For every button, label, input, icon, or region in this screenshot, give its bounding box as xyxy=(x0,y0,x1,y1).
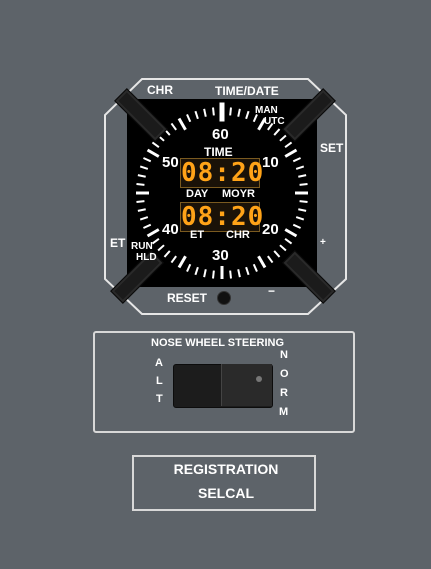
plus-label: + xyxy=(320,237,326,248)
dial-tick xyxy=(203,108,207,117)
dial-tick xyxy=(267,255,274,264)
dial-tick xyxy=(292,223,301,229)
dial-tick xyxy=(284,238,293,245)
dial-tick xyxy=(146,148,160,158)
dial-tick xyxy=(298,174,307,178)
alt-letter: T xyxy=(156,393,163,405)
dial-tick xyxy=(273,250,281,258)
dial-tick xyxy=(146,228,160,238)
dial-tick xyxy=(186,263,192,272)
time-label: TIME xyxy=(204,145,233,159)
dial-tick xyxy=(212,107,215,116)
dial-tick xyxy=(143,157,152,163)
dial-tick xyxy=(139,216,149,221)
dial-tick xyxy=(137,208,146,212)
set-label: SET xyxy=(320,141,344,155)
dial-tick xyxy=(299,183,308,186)
norm-letter: R xyxy=(280,387,288,399)
dial-tick xyxy=(137,174,146,178)
time-date-label: TIME/DATE xyxy=(215,84,279,98)
chrono-display: 08:20 xyxy=(180,202,265,232)
registration-label: REGISTRATION xyxy=(173,461,279,477)
dial-tick xyxy=(237,108,241,117)
dial-tick xyxy=(212,270,215,279)
dial-tick xyxy=(284,148,298,158)
dial-tick xyxy=(292,157,301,163)
dial-tick xyxy=(237,269,241,278)
dial-tick xyxy=(151,141,160,148)
dial-tick xyxy=(252,263,258,272)
dial-tick xyxy=(136,200,145,203)
selcal-label: SELCAL xyxy=(198,485,254,501)
dial-tick xyxy=(170,255,177,264)
dial-tick xyxy=(273,128,281,136)
dial-number-60: 60 xyxy=(212,126,229,143)
minus-label: − xyxy=(268,284,276,298)
alt-letter: A xyxy=(155,357,163,369)
man-label: MAN xyxy=(255,105,278,116)
dial-tick xyxy=(279,134,287,142)
utc-label: UTC xyxy=(264,116,285,127)
dial-tick xyxy=(284,141,293,148)
nose-wheel-steering-title: NOSE WHEEL STEERING xyxy=(151,337,285,349)
dial-tick xyxy=(245,110,250,120)
hld-label: HLD xyxy=(136,252,157,263)
dial-tick xyxy=(163,250,171,258)
chr-label: CHR xyxy=(147,83,173,97)
dial-index-marker xyxy=(219,102,225,122)
dial-tick xyxy=(284,228,298,238)
dial-tick xyxy=(299,200,308,203)
norm-letter: M xyxy=(279,406,289,418)
dial-tick xyxy=(229,107,232,116)
dial-tick xyxy=(229,270,232,279)
switch-pin-icon xyxy=(256,376,262,382)
dial-tick xyxy=(203,269,207,278)
chr-face-label: CHR xyxy=(226,229,250,241)
dial-tick xyxy=(245,266,250,276)
dial-tick xyxy=(186,114,192,123)
nose-wheel-steering-lever[interactable] xyxy=(221,364,272,406)
dial-number-50: 50 xyxy=(162,154,179,171)
reset-label: RESET xyxy=(167,291,208,305)
dial-tick xyxy=(194,266,199,276)
et-face-label: ET xyxy=(190,229,205,241)
et-label: ET xyxy=(110,236,126,250)
reset-button[interactable] xyxy=(217,291,231,305)
dial-tick xyxy=(157,244,165,252)
dial-tick xyxy=(170,122,177,131)
dial-tick xyxy=(295,165,305,170)
dial-number-20: 20 xyxy=(262,221,279,238)
dial-tick xyxy=(177,255,187,269)
day-label: DAY xyxy=(186,188,209,200)
alt-letter: L xyxy=(156,375,163,387)
moyr-label: MOYR xyxy=(222,188,255,200)
dial-tick xyxy=(257,255,267,269)
dial-tick xyxy=(143,223,152,229)
dial-tick xyxy=(298,208,307,212)
dial-tick xyxy=(295,216,305,221)
dial-tick xyxy=(139,165,149,170)
norm-letter: N xyxy=(280,349,288,361)
dial-tick xyxy=(177,117,187,131)
norm-letter: O xyxy=(280,368,289,380)
dial-number-30: 30 xyxy=(212,247,229,264)
run-label: RUN xyxy=(131,241,153,252)
dial-number-10: 10 xyxy=(262,154,279,171)
dial-tick xyxy=(279,244,287,252)
dial-tick xyxy=(151,238,160,245)
dial-tick xyxy=(136,183,145,186)
time-display: 08:20 xyxy=(180,158,265,188)
dial-tick xyxy=(194,110,199,120)
dial-number-40: 40 xyxy=(162,221,179,238)
